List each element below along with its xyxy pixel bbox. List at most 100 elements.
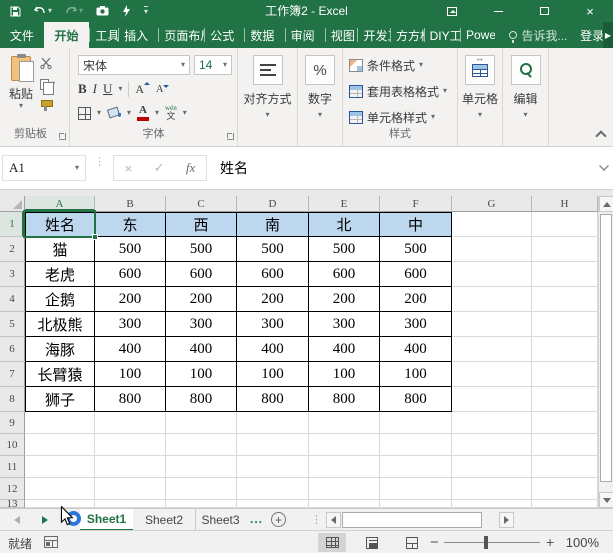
cell-E9[interactable] (309, 412, 380, 434)
cell-C13[interactable] (166, 500, 237, 508)
font-color-button[interactable]: A (137, 105, 149, 121)
cell-H11[interactable] (532, 456, 598, 478)
cell-G11[interactable] (452, 456, 532, 478)
row-header-9[interactable]: 9 (0, 412, 25, 434)
cancel-button[interactable]: × (125, 161, 133, 176)
cell-H3[interactable] (532, 262, 598, 287)
underline-button[interactable]: U (103, 81, 112, 97)
cell-H2[interactable] (532, 237, 598, 262)
cell-E5[interactable]: 300 (309, 312, 380, 337)
cell-A11[interactable] (25, 456, 95, 478)
cell-D9[interactable] (237, 412, 309, 434)
cell-G10[interactable] (452, 434, 532, 456)
col-header-C[interactable]: C (166, 196, 237, 212)
conditional-formatting-button[interactable]: 条件格式 ▾ (349, 57, 423, 73)
cell-A8[interactable]: 狮子 (25, 387, 95, 412)
cell-E10[interactable] (309, 434, 380, 456)
cell-F8[interactable]: 800 (380, 387, 452, 412)
cell-F9[interactable] (380, 412, 452, 434)
cell-B4[interactable]: 200 (95, 287, 166, 312)
cell-B6[interactable]: 400 (95, 337, 166, 362)
cell-G7[interactable] (452, 362, 532, 387)
name-box[interactable]: A1 ▾ (2, 155, 86, 181)
cell-A3[interactable]: 老虎 (25, 262, 95, 287)
sheet-bar-grip[interactable]: ⋮ (311, 513, 322, 526)
save-button[interactable] (10, 6, 21, 17)
cell-C10[interactable] (166, 434, 237, 456)
tab-file[interactable]: 文件 (0, 22, 44, 48)
cell-A9[interactable] (25, 412, 95, 434)
cell-E12[interactable] (309, 478, 380, 500)
row-header-10[interactable]: 10 (0, 434, 25, 456)
cell-A4[interactable]: 企鹅 (25, 287, 95, 312)
cell-C11[interactable] (166, 456, 237, 478)
cell-F5[interactable]: 300 (380, 312, 452, 337)
row-header-3[interactable]: 3 (0, 262, 25, 287)
clipboard-dialog-launcher[interactable] (59, 133, 66, 140)
format-painter-button[interactable] (40, 98, 52, 112)
cell-D1[interactable]: 南 (237, 212, 309, 237)
paste-button[interactable]: 粘贴 ▾ (4, 54, 38, 118)
cell-D8[interactable]: 800 (237, 387, 309, 412)
cell-H8[interactable] (532, 387, 598, 412)
cell-B10[interactable] (95, 434, 166, 456)
font-color-dropdown-icon[interactable]: ▾ (155, 109, 159, 117)
col-header-A[interactable]: A (25, 196, 95, 212)
bold-button[interactable]: B (78, 81, 87, 97)
camera-button[interactable] (96, 6, 109, 16)
cell-A2[interactable]: 猫 (25, 237, 95, 262)
more-sheets-button[interactable]: ... (250, 512, 263, 526)
horizontal-scroll-thumb[interactable] (342, 512, 482, 528)
tell-me-box[interactable]: 告诉我... (503, 22, 572, 48)
tab-diy-toolbox[interactable]: DIY工具箱 (424, 22, 460, 48)
cell-B5[interactable]: 300 (95, 312, 166, 337)
tab-view[interactable]: 视图 (325, 22, 358, 48)
format-as-table-button[interactable]: 套用表格格式 ▾ (349, 83, 447, 99)
row-header-1[interactable]: 1 (0, 212, 25, 237)
cut-button[interactable] (40, 56, 53, 70)
redo-button[interactable]: ▾ (65, 6, 83, 16)
tab-review[interactable]: 审阅 (285, 22, 325, 48)
cells-group-button[interactable]: 单元格 ▾ (458, 55, 502, 119)
row-header-13[interactable]: 13 (0, 500, 25, 508)
cell-E8[interactable]: 800 (309, 387, 380, 412)
view-normal-button[interactable] (318, 533, 346, 552)
cell-F3[interactable]: 600 (380, 262, 452, 287)
phonetic-dropdown-icon[interactable]: ▾ (183, 109, 187, 117)
cell-G12[interactable] (452, 478, 532, 500)
name-box-dropdown-icon[interactable]: ▾ (75, 164, 79, 172)
italic-button[interactable]: I (93, 81, 97, 97)
zoom-slider-thumb[interactable] (484, 536, 488, 549)
cell-C9[interactable] (166, 412, 237, 434)
cell-H1[interactable] (532, 212, 598, 237)
cell-G9[interactable] (452, 412, 532, 434)
row-header-8[interactable]: 8 (0, 387, 25, 412)
cell-F12[interactable] (380, 478, 452, 500)
cell-B2[interactable]: 500 (95, 237, 166, 262)
maximize-button[interactable] (521, 0, 567, 22)
cell-A5[interactable]: 北极熊 (25, 312, 95, 337)
tab-home[interactable]: 开始 (44, 22, 90, 48)
cell-C7[interactable]: 100 (166, 362, 237, 387)
paste-dropdown-icon[interactable]: ▾ (19, 102, 23, 110)
col-header-E[interactable]: E (309, 196, 380, 212)
cell-E1[interactable]: 北 (309, 212, 380, 237)
font-size-select[interactable]: 14 ▾ (194, 55, 232, 75)
editing-group-button[interactable]: 编辑 ▾ (503, 55, 548, 119)
cell-F6[interactable]: 400 (380, 337, 452, 362)
cell-B8[interactable]: 800 (95, 387, 166, 412)
cell-A7[interactable]: 长臂猿 (25, 362, 95, 387)
cell-F13[interactable] (380, 500, 452, 508)
cell-B12[interactable] (95, 478, 166, 500)
scroll-left-button[interactable] (326, 512, 341, 528)
cell-D3[interactable]: 600 (237, 262, 309, 287)
cell-G6[interactable] (452, 337, 532, 362)
cell-F4[interactable]: 200 (380, 287, 452, 312)
enter-button[interactable]: ✓ (154, 160, 165, 176)
cell-A1[interactable]: 姓名 (25, 212, 95, 237)
tab-ffcell[interactable]: 方方格子 (390, 22, 424, 48)
tab-toolbox[interactable]: 工具箱 (89, 22, 118, 48)
cell-H10[interactable] (532, 434, 598, 456)
col-header-B[interactable]: B (95, 196, 166, 212)
scroll-up-button[interactable] (599, 196, 613, 212)
